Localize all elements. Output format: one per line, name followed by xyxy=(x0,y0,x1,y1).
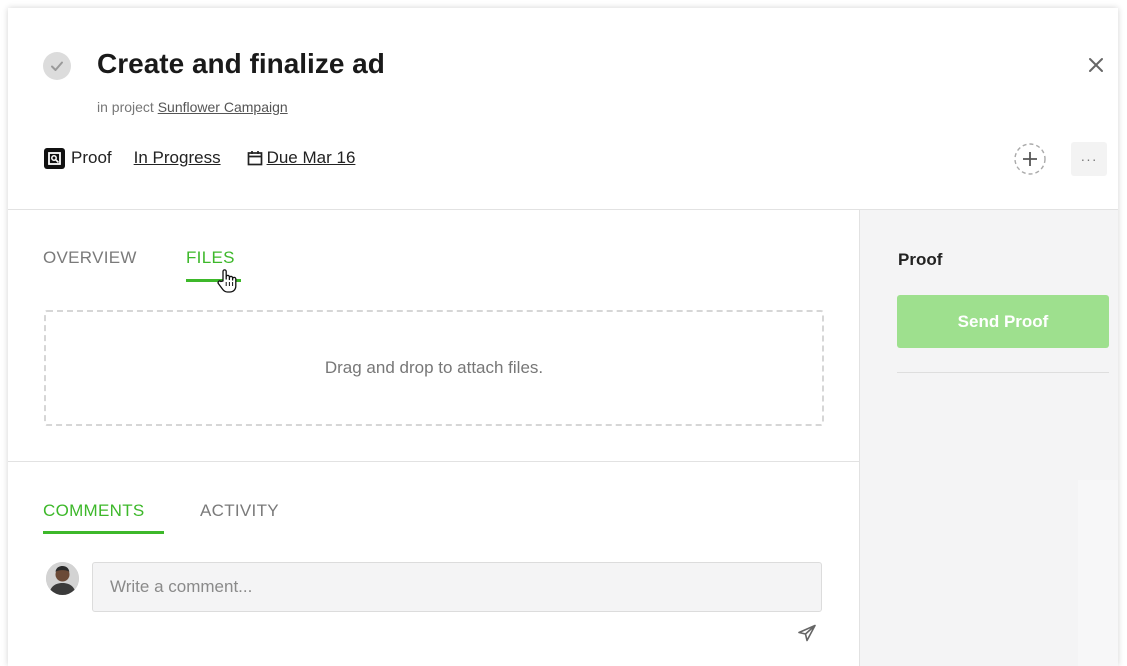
proof-icon xyxy=(44,147,65,169)
section-divider xyxy=(8,461,859,462)
add-member-icon[interactable] xyxy=(1012,142,1048,176)
tab-comments[interactable]: COMMENTS xyxy=(43,501,145,521)
project-link[interactable]: Sunflower Campaign xyxy=(158,99,288,115)
send-proof-button[interactable]: Send Proof xyxy=(897,295,1109,348)
comment-input[interactable] xyxy=(92,562,822,612)
more-options-button[interactable]: ··· xyxy=(1071,142,1107,176)
calendar-icon xyxy=(247,151,262,166)
avatar xyxy=(46,562,79,595)
due-date-picker[interactable]: Due Mar 16 xyxy=(247,148,356,168)
task-type-label: Proof xyxy=(71,148,112,167)
task-detail-panel: Create and finalize ad in project Sunflo… xyxy=(8,8,1118,666)
sidebar-shade xyxy=(1078,480,1118,666)
tab-comments-active-indicator xyxy=(43,531,164,534)
proof-sidebar: Proof Send Proof xyxy=(859,210,1118,666)
tab-files[interactable]: FILES xyxy=(186,248,235,268)
tab-overview[interactable]: OVERVIEW xyxy=(43,248,137,268)
project-line: in project Sunflower Campaign xyxy=(97,99,288,115)
hand-cursor-icon xyxy=(217,269,237,293)
close-icon[interactable] xyxy=(1083,52,1109,78)
complete-check-icon[interactable] xyxy=(43,52,71,80)
main-content: OVERVIEW FILES Drag and drop to attach f… xyxy=(8,210,859,666)
sidebar-divider xyxy=(897,372,1109,373)
due-date-label: Due Mar 16 xyxy=(266,148,356,167)
status-dropdown[interactable]: In Progress xyxy=(134,148,221,168)
send-icon[interactable] xyxy=(797,624,817,642)
task-meta-row: Proof In Progress Due Mar 16 xyxy=(44,145,355,171)
project-prefix: in project xyxy=(97,99,154,115)
task-title: Create and finalize ad xyxy=(97,48,385,79)
file-dropzone[interactable]: Drag and drop to attach files. xyxy=(44,310,824,426)
proof-heading: Proof xyxy=(898,250,943,269)
tab-activity[interactable]: ACTIVITY xyxy=(200,501,279,521)
